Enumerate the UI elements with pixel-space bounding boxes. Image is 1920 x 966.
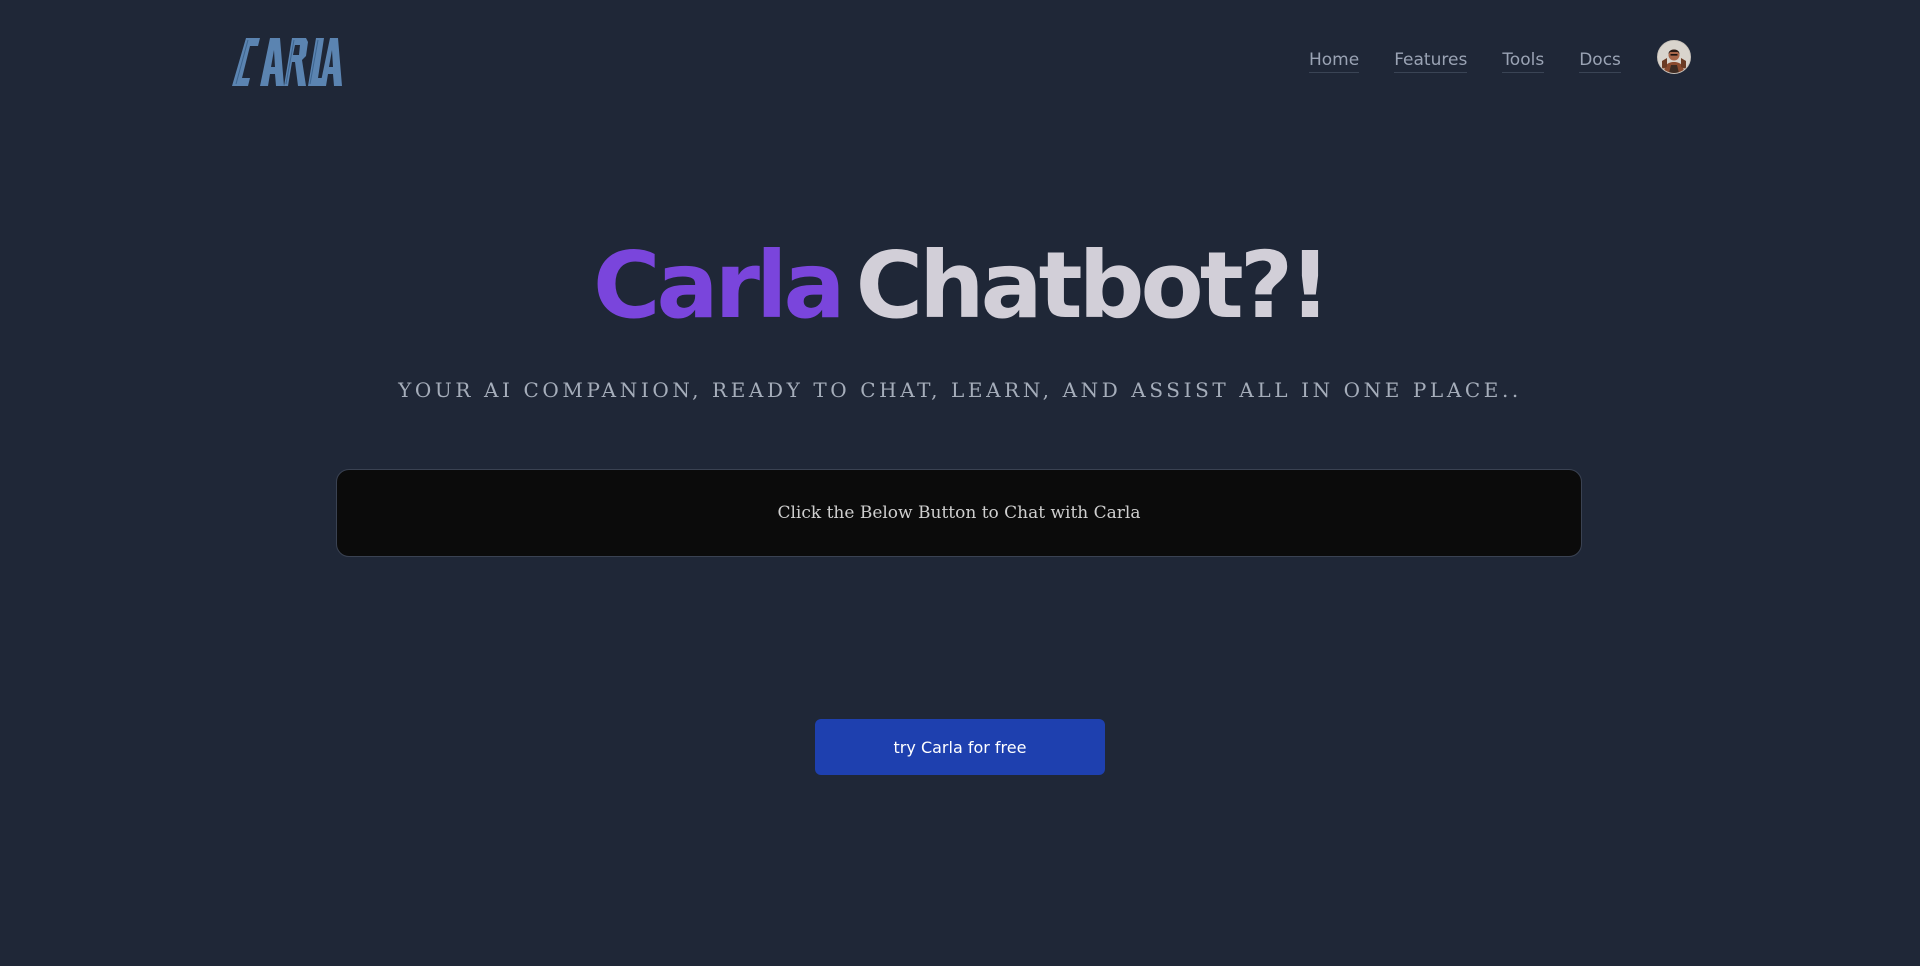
nav-docs[interactable]: Docs <box>1579 49 1621 73</box>
hero-title-rest: Chatbot?! <box>855 232 1331 339</box>
nav-tools[interactable]: Tools <box>1502 49 1545 73</box>
hero-title: Carla Chatbot?! <box>0 226 1920 346</box>
user-avatar-icon <box>1658 41 1690 73</box>
carla-logo-icon <box>232 38 342 86</box>
hero-tagline: YOUR AI COMPANION, READY TO CHAT, LEARN,… <box>398 378 1522 402</box>
nav-features[interactable]: Features <box>1394 49 1468 73</box>
info-box: Click the Below Button to Chat with Carl… <box>336 469 1582 557</box>
avatar[interactable] <box>1657 40 1691 74</box>
logo[interactable] <box>226 34 344 88</box>
main-nav: Home Features Tools Docs <box>1309 49 1621 73</box>
hero-title-brand: Carla <box>592 232 846 339</box>
try-free-button[interactable]: try Carla for free <box>815 719 1105 775</box>
nav-home[interactable]: Home <box>1309 49 1360 73</box>
info-box-text: Click the Below Button to Chat with Carl… <box>777 503 1141 523</box>
